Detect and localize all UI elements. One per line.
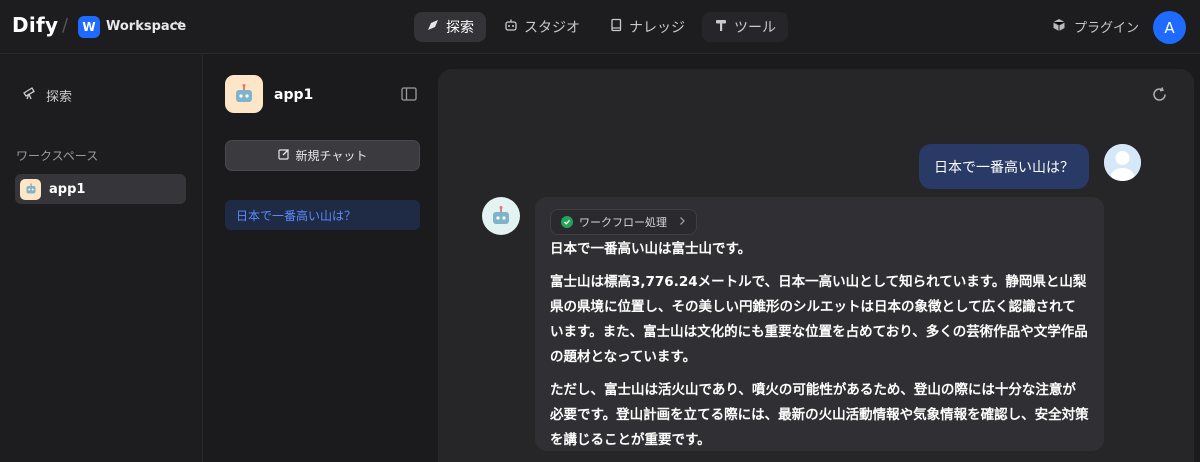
answer-paragraph: 富士山は標高3,776.24メートルで、日本一高い山として知られています。静岡県… xyxy=(550,274,1088,365)
assistant-message: ワークフロー処理 日本で一番高い山は富士山です。 富士山は標高3,776.24メ… xyxy=(535,197,1104,451)
sidebar: 探索 ワークスペース app1 xyxy=(0,55,203,462)
section-heading-workspace: ワークスペース xyxy=(16,149,99,163)
compass-icon xyxy=(426,18,440,36)
app-title: app1 xyxy=(274,87,314,103)
tab-label: 探索 xyxy=(446,20,474,36)
plugins-button[interactable]: プラグイン xyxy=(1052,17,1139,36)
sidebar-toggle-icon[interactable] xyxy=(401,87,417,101)
sidebar-item-label: app1 xyxy=(49,181,86,197)
sidebar-item-label: 探索 xyxy=(46,89,73,105)
tab-explore[interactable]: 探索 xyxy=(414,12,486,42)
new-chat-button[interactable]: 新規チャット xyxy=(225,140,420,171)
dify-logo[interactable]: Dify xyxy=(12,13,58,37)
bot-avatar xyxy=(482,197,520,235)
tab-label: ナレッジ xyxy=(629,20,685,36)
chevron-down-icon[interactable] xyxy=(173,18,183,31)
user-avatar xyxy=(1104,144,1141,181)
plugins-label: プラグイン xyxy=(1074,21,1140,36)
breadcrumb-separator: / xyxy=(62,15,69,36)
workspace-badge[interactable]: W xyxy=(78,16,100,38)
robot-app-icon xyxy=(225,75,263,113)
book-icon xyxy=(609,18,623,36)
top-navigation-bar: Dify / W Workspace 探索 スタジオ ナレッジ ツール プラグイ… xyxy=(0,0,1200,54)
conversation-panel: app1 新規チャット 日本で一番高い山は？ xyxy=(204,55,438,462)
user-message: 日本で一番高い山は？ xyxy=(919,144,1089,189)
answer-paragraph: ただし、富士山は活火山であり、噴火の可能性があるため、登山の際には十分な注意が必… xyxy=(550,382,1089,448)
tab-label: ツール xyxy=(734,20,776,36)
user-avatar-button[interactable]: A xyxy=(1153,11,1186,44)
chat-area: 日本で一番高い山は？ ワークフロー処理 日本で一番高い山は富士山です。 富士山は… xyxy=(438,69,1194,462)
workflow-label: ワークフロー処理 xyxy=(579,216,667,229)
sidebar-item-app1[interactable]: app1 xyxy=(15,174,186,204)
tab-label: スタジオ xyxy=(524,20,580,36)
edit-icon xyxy=(277,148,290,163)
hammer-icon xyxy=(714,18,728,36)
telescope-icon xyxy=(22,85,38,105)
tab-knowledge[interactable]: ナレッジ xyxy=(597,12,697,42)
robot-icon xyxy=(504,18,518,36)
check-circle-icon xyxy=(561,216,573,228)
workflow-process-toggle[interactable]: ワークフロー処理 xyxy=(550,209,697,235)
sidebar-item-explore[interactable]: 探索 xyxy=(22,85,72,105)
tab-tools[interactable]: ツール xyxy=(702,12,788,42)
refresh-icon[interactable] xyxy=(1151,86,1168,103)
cube-icon xyxy=(1052,18,1066,36)
conversation-list-item[interactable]: 日本で一番高い山は？ xyxy=(225,200,420,230)
answer-paragraph: 日本で一番高い山は富士山です。 xyxy=(550,241,752,257)
robot-app-icon xyxy=(20,178,41,200)
new-chat-label: 新規チャット xyxy=(295,149,368,163)
tab-studio[interactable]: スタジオ xyxy=(492,12,592,42)
chevron-right-icon xyxy=(679,216,686,229)
